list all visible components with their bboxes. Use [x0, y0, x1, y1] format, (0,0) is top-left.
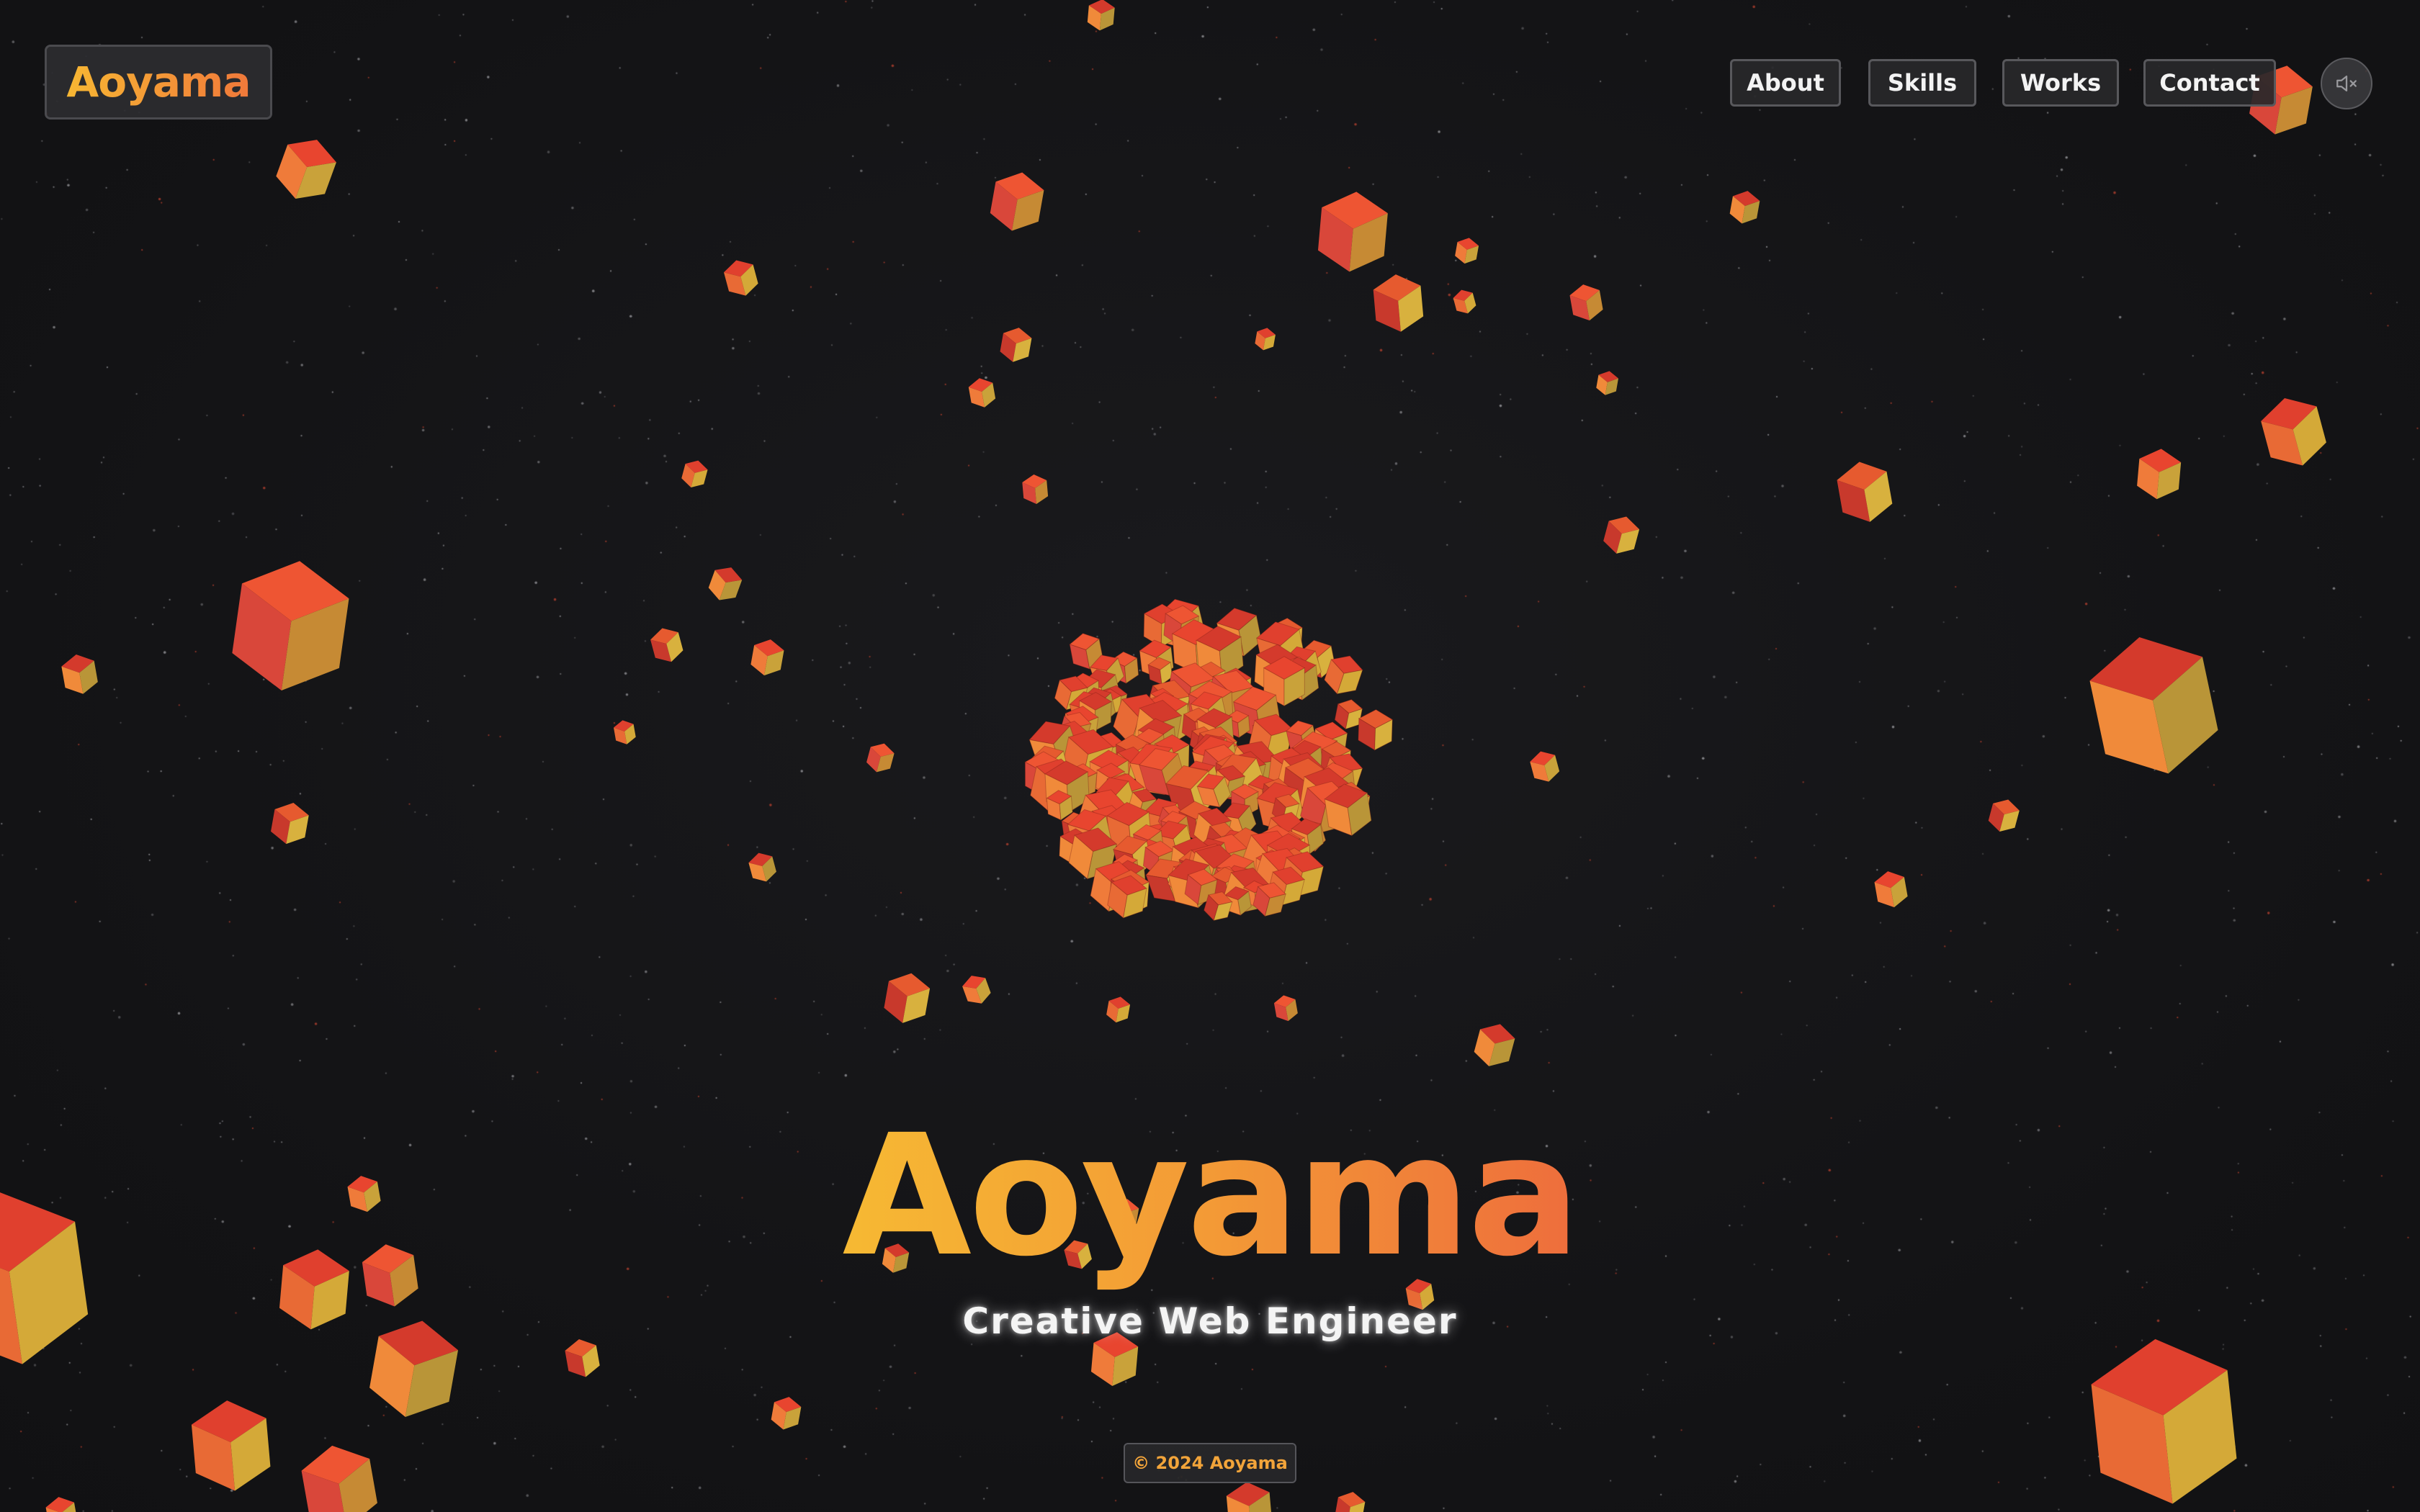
floating-cube — [191, 1400, 271, 1491]
floating-cube — [271, 802, 309, 845]
floating-cube — [1569, 284, 1603, 321]
floating-cube — [962, 976, 991, 1004]
floating-cube — [1596, 371, 1619, 395]
central-voxel-cluster[interactable] — [1024, 594, 1394, 924]
floating-cube — [2089, 637, 2218, 774]
nav-works[interactable]: Works — [2002, 59, 2119, 107]
floating-cube — [1603, 516, 1640, 554]
floating-cube — [301, 1445, 377, 1512]
floating-cube — [750, 639, 784, 676]
floating-cube — [771, 1397, 802, 1430]
logo-text: Aoyama — [66, 58, 251, 107]
nav-contact-label: Contact — [2159, 69, 2260, 96]
floating-cube — [1226, 1482, 1272, 1512]
floating-cube — [1022, 474, 1049, 505]
floating-cube — [708, 567, 743, 600]
nav-about-label: About — [1747, 69, 1824, 96]
site-logo[interactable]: Aoyama — [45, 45, 272, 120]
floating-cube — [1474, 1024, 1515, 1066]
floating-cube — [45, 1497, 78, 1512]
floating-cube — [1874, 871, 1908, 908]
floating-cube — [1988, 799, 2020, 832]
floating-cube — [723, 260, 758, 296]
nav-about[interactable]: About — [1730, 59, 1841, 107]
hero-scene: Aoyama About Skills Works Contact Aoyama… — [0, 0, 2420, 1512]
floating-cube — [61, 654, 98, 694]
floating-cube — [1373, 274, 1424, 332]
floating-cube — [866, 743, 895, 773]
floating-cube — [1837, 462, 1893, 522]
floating-cube — [884, 973, 931, 1023]
floating-cube — [2091, 1338, 2237, 1504]
floating-cube — [1453, 289, 1476, 314]
floating-cube — [1000, 328, 1032, 362]
floating-cube — [990, 172, 1044, 231]
floating-cube — [1335, 1492, 1366, 1512]
nav-skills[interactable]: Skills — [1868, 59, 1976, 107]
floating-cube — [1255, 328, 1276, 351]
floating-cube — [565, 1339, 600, 1377]
floating-cube — [1317, 192, 1388, 272]
hero-title: Aoyama — [0, 1112, 2420, 1279]
floating-cube — [1530, 751, 1560, 782]
hero-title-text: Aoyama — [842, 1099, 1580, 1293]
floating-cube — [1729, 191, 1760, 224]
floating-cube — [968, 378, 996, 408]
floating-cube — [232, 561, 349, 691]
floating-cube — [2261, 398, 2326, 466]
voxel-cube — [1358, 709, 1394, 751]
nav-skills-label: Skills — [1887, 69, 1958, 96]
floating-cube — [1087, 0, 1115, 31]
floating-cube — [1455, 238, 1479, 264]
nav-contact[interactable]: Contact — [2143, 59, 2276, 107]
floating-cube — [1106, 996, 1131, 1023]
footer-copyright: © 2024 Aoyama — [1124, 1443, 1296, 1483]
sound-toggle-button[interactable] — [2321, 58, 2372, 109]
floating-cube — [613, 720, 636, 744]
nav-works-label: Works — [2020, 69, 2102, 96]
floating-cube — [2137, 449, 2182, 500]
speaker-muted-icon — [2336, 75, 2357, 92]
floating-cube — [276, 140, 336, 199]
floating-cube — [1273, 995, 1298, 1022]
hero-subtitle: Creative Web Engineer — [962, 1300, 1458, 1342]
floating-cube — [681, 460, 708, 488]
floating-cube — [748, 852, 776, 882]
floating-cube — [650, 628, 684, 662]
